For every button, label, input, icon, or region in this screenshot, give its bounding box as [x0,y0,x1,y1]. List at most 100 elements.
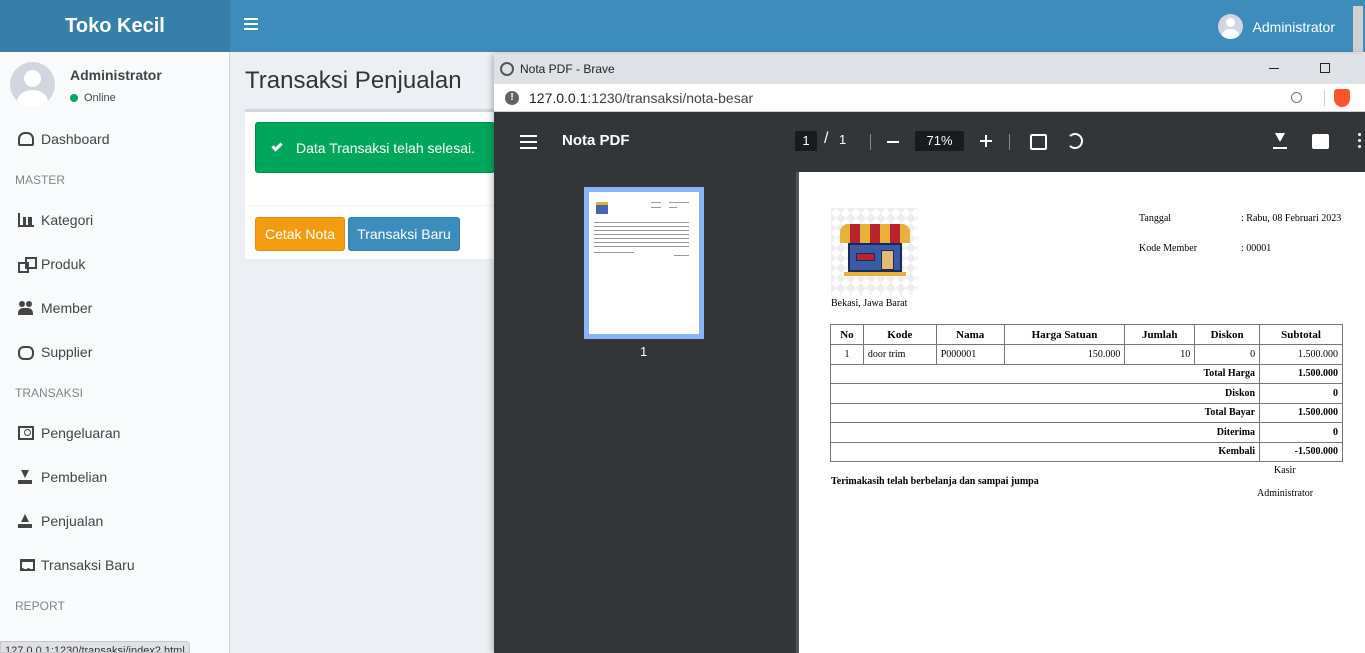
cetak-nota-button[interactable]: Cetak Nota [255,217,345,251]
scrollbar[interactable] [1353,6,1363,52]
zoom-in-icon[interactable] [980,135,992,147]
page-number-input[interactable]: 1 [795,131,817,151]
summary-label: Total Harga [829,363,1261,384]
table-cell: door trim [862,344,937,365]
divider [1009,134,1010,150]
page-thumbnail[interactable] [584,187,704,339]
divider [594,242,689,243]
store-door [881,250,894,270]
table-row: 1 door trim P000001 150.000 10 0 1.500.0… [830,344,1343,365]
sidebar-item-pengeluaran[interactable]: Pengeluaran [0,411,229,455]
zoom-icon[interactable] [1291,92,1302,103]
nav-header-report: REPORT [15,599,65,613]
address-bar[interactable]: ! 127.0.0.1:1230/transaksi/nota-besar [494,84,1365,112]
avatar [1217,14,1243,39]
shop-address: Bekasi, Jawa Barat [831,298,908,309]
sidebar-item-label: Pembelian [41,469,108,485]
content-box: Data Transaksi telah selesai. Cetak Nota… [245,109,505,259]
divider [674,255,689,256]
sidebar-item-transaksi-baru[interactable]: Transaksi Baru [0,543,229,587]
top-navbar: Toko Kecil Administrator [0,0,1365,52]
sidebar-item-label: Pengeluaran [41,425,121,441]
thanks-message: Terimakasih telah berbelanja dan sampai … [831,476,1039,487]
column-header: Nama [935,324,1005,345]
sidebar-toggle-icon[interactable] [244,18,258,34]
sidebar-item-label: Supplier [41,344,93,360]
divider [651,207,661,208]
upload-icon [18,514,34,528]
divider [870,134,871,150]
summary-row-diskon: Diskon 0 [829,383,1343,404]
info-icon[interactable]: ! [505,90,519,105]
kasir-name: Administrator [1257,488,1314,499]
globe-icon [500,62,514,76]
divider [651,202,661,203]
table-cell: 10 [1124,344,1196,365]
nav-header-master: MASTER [15,173,66,187]
window-titlebar[interactable]: Nota PDF - Brave [494,54,1365,84]
kasir-label: Kasir [1274,465,1296,476]
store-window [856,253,875,261]
thumbnail-pane: 1 [494,172,796,653]
sidebar-item-pembelian[interactable]: Pembelian [0,455,229,499]
sidebar-item-penjualan[interactable]: Penjualan [0,499,229,543]
brand-logo[interactable]: Toko Kecil [0,0,230,52]
online-dot-icon [70,94,78,102]
avatar [10,62,55,107]
url-host: 127.0.0.1 [529,89,588,106]
divider [594,234,689,235]
fit-page-icon[interactable] [1030,134,1047,150]
pdf-toolbar: Nota PDF 1 / 1 71% [494,112,1365,172]
sidebar-item-produk[interactable]: Produk [0,242,229,286]
thumbnail-page-number: 1 [640,344,648,359]
table-cell: P000001 [935,344,1005,365]
sidebar-item-supplier[interactable]: Supplier [0,330,229,374]
window-title: Nota PDF - Brave [520,62,615,76]
user-menu[interactable]: Administrator [1217,14,1335,39]
download-icon[interactable] [1273,133,1287,149]
print-icon[interactable] [1312,134,1329,149]
sidebar-item-member[interactable]: Member [0,286,229,330]
minimize-icon[interactable] [1269,68,1279,69]
sidebar-item-label: Dashboard [41,131,110,147]
handshake-icon [18,346,34,360]
table-cell: 1.500.000 [1259,344,1343,365]
page-total: 1 [839,132,847,147]
maximize-icon[interactable] [1320,63,1330,73]
member-label: Kode Member [1139,243,1198,254]
column-header: Kode [862,324,937,345]
summary-row-diterima: Diterima 0 [829,422,1343,443]
sidebar-item-kategori[interactable]: Kategori [0,198,229,242]
success-alert: Data Transaksi telah selesai. [255,122,495,173]
more-options-icon[interactable] [1358,133,1361,136]
user-panel: Administrator Online [10,62,220,112]
brave-shield-icon[interactable] [1334,89,1350,107]
awning [840,224,910,243]
summary-row-total-harga: Total Harga 1.500.000 [829,363,1343,384]
summary-row-total-bayar: Total Bayar 1.500.000 [829,402,1343,423]
check-icon [271,139,283,152]
nota-table: No Kode Nama Harga Satuan Jumlah Diskon … [829,324,1343,462]
zoom-out-icon[interactable] [887,141,899,143]
menu-icon[interactable] [520,135,537,149]
divider [594,230,689,231]
summary-label: Total Bayar [829,402,1261,423]
transaksi-baru-button[interactable]: Transaksi Baru [348,217,460,251]
sidebar-item-label: Transaksi Baru [41,557,135,573]
store-base [844,272,906,276]
download-icon [18,470,34,484]
user-status: Online [70,92,116,104]
bar-chart-icon [18,213,34,227]
sidebar-item-dashboard[interactable]: Dashboard [0,117,229,161]
column-header: Diskon [1194,324,1261,345]
sidebar-item-label: Penjualan [41,513,104,529]
divider [594,252,634,253]
column-header: Harga Satuan [1003,324,1126,345]
zoom-input[interactable]: 71% [915,131,964,151]
pdf-popup-window: Nota PDF - Brave ! 127.0.0.1:1230/transa… [494,54,1365,653]
dashboard-icon [18,132,34,146]
divider [594,222,689,223]
pdf-document-page: Bekasi, Jawa Barat Tanggal : Rabu, 08 Fe… [796,172,1365,653]
rotate-icon[interactable] [1067,133,1083,149]
table-cell: 1 [830,344,864,365]
